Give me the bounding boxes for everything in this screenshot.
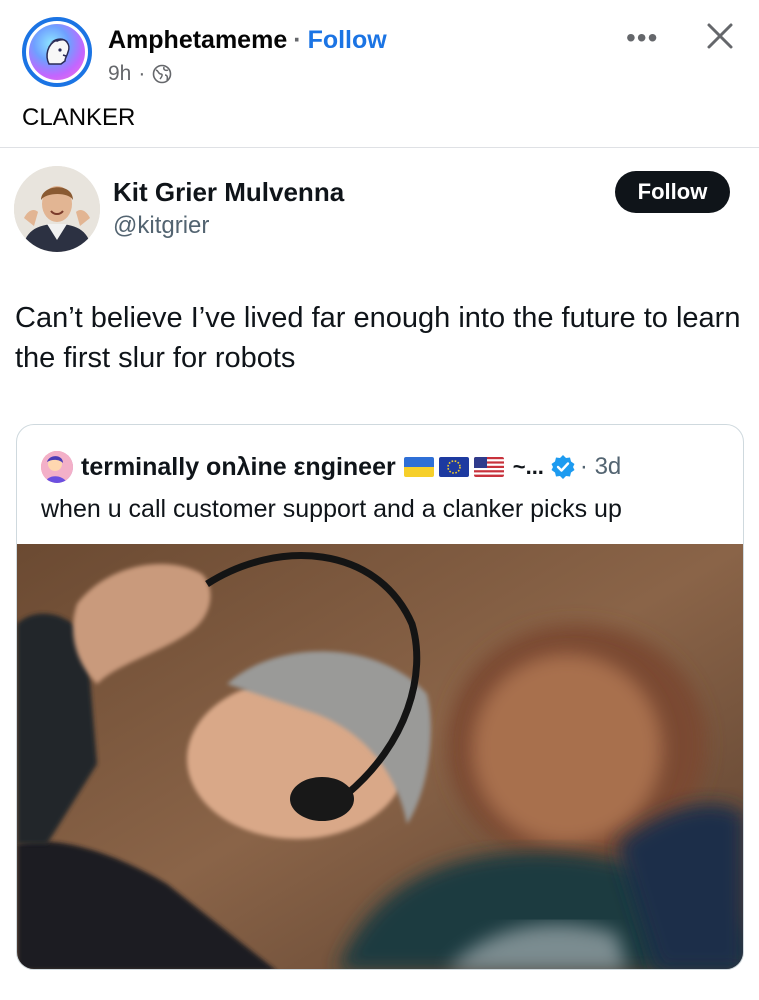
quoted-author-avatar[interactable] bbox=[41, 451, 73, 483]
post-caption: CLANKER bbox=[22, 104, 136, 131]
quoted-tweet-text: when u call customer support and a clank… bbox=[41, 495, 622, 523]
more-options-icon[interactable]: ••• bbox=[626, 22, 658, 54]
follow-page-link[interactable]: Follow bbox=[308, 26, 387, 55]
statue-head-icon bbox=[29, 24, 85, 80]
post-time[interactable]: 9h bbox=[108, 62, 131, 86]
post-header: Amphetameme · Follow 9h · ••• bbox=[0, 0, 759, 100]
title-separator: · bbox=[293, 26, 302, 54]
globe-icon[interactable] bbox=[152, 64, 172, 84]
post-meta: 9h · bbox=[108, 62, 172, 86]
page-avatar[interactable] bbox=[22, 17, 92, 87]
meme-image[interactable] bbox=[17, 544, 744, 970]
us-flag-icon bbox=[473, 457, 504, 477]
ukraine-flag-icon bbox=[403, 457, 434, 477]
quoted-tweet-card[interactable]: terminally onλine εngineer ~... · 3d whe… bbox=[16, 424, 744, 970]
post-title-row: Amphetameme · Follow bbox=[108, 26, 387, 55]
tweet-author-handle[interactable]: @kitgrier bbox=[113, 212, 209, 240]
quoted-tweet-header: terminally onλine εngineer ~... · 3d bbox=[41, 449, 621, 485]
page-name[interactable]: Amphetameme bbox=[108, 26, 287, 55]
quoted-name-suffix: ~... bbox=[512, 454, 544, 479]
tweet-text: Can’t believe I’ve lived far enough into… bbox=[15, 302, 741, 374]
divider bbox=[0, 147, 759, 148]
tweet-author-avatar[interactable] bbox=[14, 166, 100, 252]
quoted-author-name[interactable]: terminally onλine εngineer bbox=[81, 453, 396, 482]
quoted-tweet-time[interactable]: · 3d bbox=[580, 453, 621, 481]
tweet-follow-button[interactable]: Follow bbox=[615, 171, 730, 213]
eu-flag-icon bbox=[438, 457, 469, 477]
tweet-author-name[interactable]: Kit Grier Mulvenna bbox=[113, 177, 344, 208]
meta-separator: · bbox=[138, 62, 146, 85]
verified-badge-icon bbox=[551, 455, 575, 479]
close-icon[interactable] bbox=[704, 20, 736, 52]
